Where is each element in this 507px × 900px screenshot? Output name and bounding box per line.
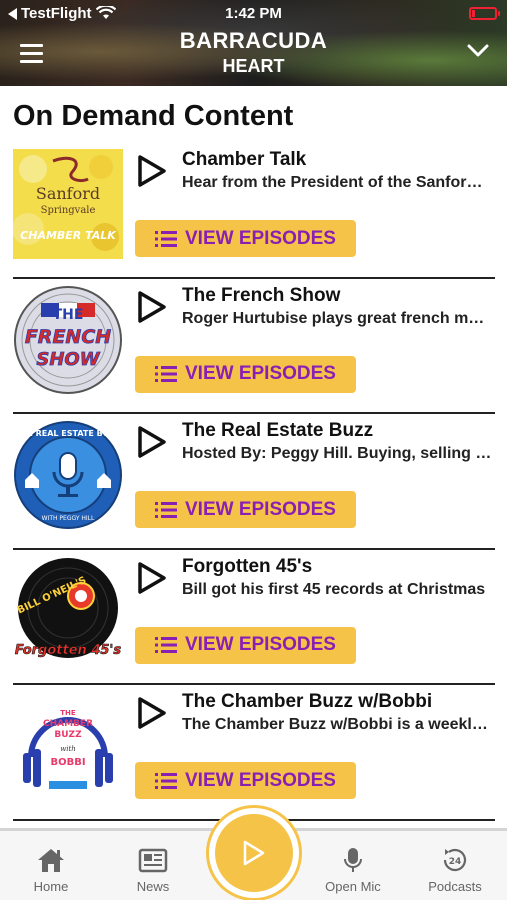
logo-text: THE [60,709,76,717]
chamber-talk-logo[interactable]: Sanford Springvale CHAMBER TALK [13,149,123,259]
status-time: 1:42 PM [225,5,282,22]
list-item: THE REAL ESTATE BUZZ WITH PEGGY HILL The… [13,414,495,550]
play-icon[interactable] [135,153,169,189]
logo-text: THE [53,307,84,323]
logo-text: WITH PEGGY HILL [42,515,95,522]
tab-open-mic[interactable]: Open Mic [308,847,398,894]
view-episodes-button[interactable]: VIEW EPISODES [135,355,356,393]
main-play-button[interactable] [209,808,299,898]
logo-text: SHOW [36,349,100,370]
forgotten-45s-logo[interactable]: BILL O'NEIL'S Forgotten 45's [13,555,123,666]
play-icon [243,840,265,866]
item-title[interactable]: Forgotten 45's [182,556,312,578]
station-name: BARRACUDA [179,28,328,53]
podcasts-24-icon: 24 [443,848,467,872]
list-item: Sanford Springvale CHAMBER TALK Chamber … [13,143,495,279]
view-episodes-label: VIEW EPISODES [185,363,336,384]
app-header: TestFlight 1:42 PM BARRACUDA HEART [0,0,507,86]
play-icon[interactable] [135,289,169,325]
status-bar: TestFlight 1:42 PM [0,0,507,28]
list-icon [155,637,177,653]
tab-news-label: News [136,879,170,894]
logo-text: Forgotten 45's [15,643,122,658]
home-icon [38,849,64,872]
battery-icon [469,7,500,20]
logo-text: THE REAL ESTATE BUZZ [15,429,121,438]
list-icon [155,230,177,247]
logo-text: Sanford [36,184,100,203]
item-description: Roger Hurtubise plays great french music [182,309,492,327]
list-icon [155,366,177,382]
play-icon[interactable] [135,695,169,731]
logo-text: with [60,745,76,753]
item-title[interactable]: The Chamber Buzz w/Bobbi [182,691,432,713]
view-episodes-label: VIEW EPISODES [185,227,336,249]
view-episodes-button[interactable]: VIEW EPISODES [135,220,356,257]
podcast-list: Sanford Springvale CHAMBER TALK Chamber … [13,143,495,821]
tab-home-label: Home [33,879,69,894]
list-icon [155,501,177,518]
chevron-down-icon[interactable] [467,44,489,58]
item-description: The Chamber Buzz w/Bobbi is a weekly sho… [182,716,492,733]
logo-text: CHAMBER TALK [20,229,117,242]
chamber-buzz-logo[interactable]: THE CHAMBER BUZZ with BOBBI [13,691,123,801]
logo-text: Springvale [41,205,96,216]
logo-text: CHAMBER [43,719,93,729]
item-title[interactable]: The Real Estate Buzz [182,420,373,442]
item-description: Hear from the President of the Sanford S… [182,174,492,191]
page-title: On Demand Content [13,100,294,132]
play-icon[interactable] [135,560,169,596]
list-icon [155,772,177,789]
view-episodes-label: VIEW EPISODES [185,634,336,655]
item-description: Hosted By: Peggy Hill. Buying, selling a… [182,445,492,462]
list-item: THE FRENCH SHOW The French Show Roger Hu… [13,279,495,414]
item-description: Bill got his first 45 records at Christm… [182,580,486,598]
view-episodes-button[interactable]: VIEW EPISODES [135,762,356,799]
list-item: BILL O'NEIL'S Forgotten 45's Forgotten 4… [13,550,495,685]
tab-home[interactable]: Home [6,847,96,894]
french-show-logo[interactable]: THE FRENCH SHOW [13,284,123,395]
logo-text: FRENCH [25,326,111,348]
view-episodes-button[interactable]: VIEW EPISODES [135,626,356,664]
tab-news[interactable]: News [108,847,198,894]
station-title: BARRACUDA HEART [0,28,507,78]
list-item: THE CHAMBER BUZZ with BOBBI The Chamber … [13,685,495,821]
item-title[interactable]: The French Show [182,285,340,307]
tab-podcasts[interactable]: 24 Podcasts [410,847,500,894]
podcasts-badge-text: 24 [449,857,462,867]
tab-podcasts-label: Podcasts [428,879,482,894]
view-episodes-button[interactable]: VIEW EPISODES [135,491,356,528]
real-estate-buzz-logo[interactable]: THE REAL ESTATE BUZZ WITH PEGGY HILL [13,420,123,530]
play-icon[interactable] [135,424,169,460]
logo-text: BUZZ [54,730,82,740]
newspaper-icon [138,848,168,873]
view-episodes-label: VIEW EPISODES [185,769,336,791]
view-episodes-label: VIEW EPISODES [185,498,336,520]
logo-text: BOBBI [50,757,85,768]
tab-open-mic-label: Open Mic [325,879,381,894]
item-title[interactable]: Chamber Talk [182,149,306,171]
microphone-icon [344,848,362,872]
station-subtitle: HEART [222,56,285,76]
